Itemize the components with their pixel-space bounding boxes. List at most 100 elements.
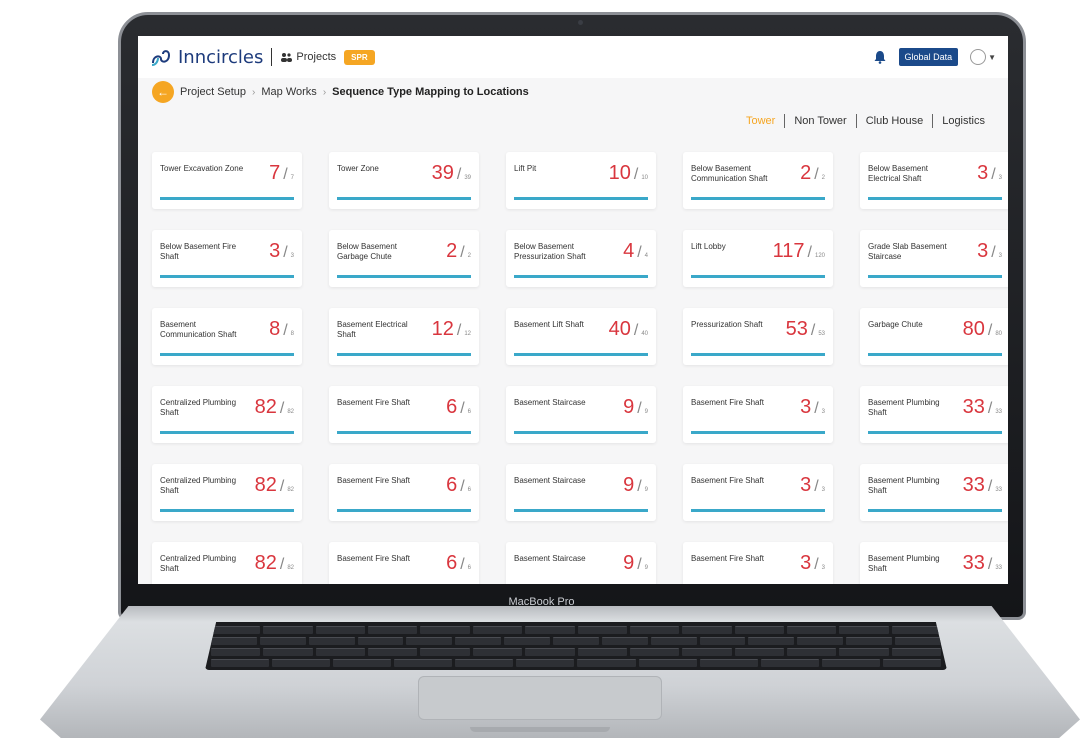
total-count: 82 (287, 487, 294, 493)
card-count: 82/82 (255, 396, 294, 419)
sequence-card[interactable]: Basement Lift Shaft 40/40 (506, 308, 656, 365)
keyboard-key (699, 659, 758, 667)
logo-text: Inncircles (178, 46, 264, 68)
card-count: 6/6 (446, 552, 471, 575)
divider (271, 48, 273, 66)
total-count: 82 (287, 409, 294, 415)
total-count: 33 (995, 565, 1002, 571)
mapped-count: 33 (962, 552, 985, 574)
card-label: Grade Slab Basement Staircase (868, 242, 947, 261)
keyboard-key (846, 637, 893, 645)
progress-bar (868, 197, 1002, 200)
sequence-card[interactable]: Tower Excavation Zone 7/7 (152, 152, 302, 209)
projects-link[interactable]: Projects (280, 51, 336, 63)
card-label: Basement Plumbing Shaft (868, 476, 940, 495)
card-count: 6/6 (446, 396, 471, 419)
sequence-card[interactable]: Basement Fire Shaft 3/3 (683, 386, 833, 443)
count-separator: / (814, 400, 819, 417)
sequence-card-grid: Tower Excavation Zone 7/7 Tower Zone 39/39 L… (152, 152, 1008, 584)
tab-tower[interactable]: Tower (737, 115, 784, 127)
sequence-card[interactable]: Basement Staircase 9/9 (506, 542, 656, 584)
sequence-card[interactable]: Garbage Chute 80/80 (860, 308, 1008, 365)
sequence-card[interactable]: Grade Slab Basement Staircase 3/3 (860, 230, 1008, 287)
progress-bar (514, 431, 648, 434)
sequence-card[interactable]: Centralized Plumbing Shaft 82/82 (152, 464, 302, 521)
sequence-card[interactable]: Basement Plumbing Shaft 33/33 (860, 386, 1008, 443)
total-count: 120 (814, 253, 825, 259)
sequence-card[interactable]: Centralized Plumbing Shaft 82/82 (152, 386, 302, 443)
count-separator: / (637, 244, 642, 261)
progress-bar (514, 197, 648, 200)
mapped-count: 9 (623, 552, 635, 574)
sequence-card[interactable]: Lift Lobby 117/120 (683, 230, 833, 287)
tab-club-house[interactable]: Club House (857, 115, 932, 127)
sequence-card[interactable]: Below Basement Pressurization Shaft 4/4 (506, 230, 656, 287)
mapped-count: 53 (785, 318, 808, 340)
sequence-card[interactable]: Lift Pit 10/10 (506, 152, 656, 209)
keyboard-key (211, 637, 257, 645)
progress-bar (514, 353, 648, 356)
sequence-card[interactable]: Basement Fire Shaft 3/3 (683, 464, 833, 521)
card-count: 53/53 (786, 318, 825, 341)
keyboard-key (259, 637, 306, 645)
sequence-card[interactable]: Pressurization Shaft 53/53 (683, 308, 833, 365)
progress-bar (160, 275, 294, 278)
count-separator: / (633, 322, 639, 339)
card-count: 7/7 (269, 162, 294, 185)
card-count: 9/9 (623, 552, 648, 575)
sequence-card[interactable]: Basement Plumbing Shaft 33/33 (860, 542, 1008, 584)
sequence-card[interactable]: Basement Fire Shaft 6/6 (329, 464, 479, 521)
logo-icon (151, 50, 171, 66)
total-count: 3 (821, 409, 825, 415)
keyboard-key (895, 637, 941, 645)
keyboard-key (333, 659, 392, 667)
sequence-card[interactable]: Basement Plumbing Shaft 33/33 (860, 464, 1008, 521)
back-arrow-icon[interactable]: ← (152, 81, 174, 103)
bell-icon[interactable] (873, 50, 887, 64)
card-label: Basement Fire Shaft (337, 554, 410, 563)
top-right-actions: Global Data ▼ (873, 48, 996, 66)
keyboard-key (263, 626, 313, 634)
keyboard-key (682, 626, 732, 634)
count-separator: / (991, 166, 996, 183)
sequence-card[interactable]: Basement Fire Shaft 6/6 (329, 542, 479, 584)
mapped-count: 33 (962, 474, 985, 496)
sequence-card[interactable]: Basement Communication Shaft 8/8 (152, 308, 302, 365)
sequence-card[interactable]: Below Basement Electrical Shaft 3/3 (860, 152, 1008, 209)
tab-logistics[interactable]: Logistics (933, 115, 994, 127)
count-separator: / (283, 244, 288, 261)
sequence-card[interactable]: Basement Fire Shaft 3/3 (683, 542, 833, 584)
project-badge[interactable]: SPR (344, 49, 375, 65)
progress-bar (514, 275, 648, 278)
sequence-card[interactable]: Basement Staircase 9/9 (506, 386, 656, 443)
tab-non-tower[interactable]: Non Tower (785, 115, 855, 127)
logo[interactable]: Inncircles (150, 47, 263, 68)
keyboard-key (821, 659, 880, 667)
sequence-card[interactable]: Below Basement Fire Shaft 3/3 (152, 230, 302, 287)
projects-label: Projects (296, 51, 337, 63)
mapped-count: 6 (446, 552, 458, 574)
keyboard-key (368, 648, 418, 656)
total-count: 3 (290, 253, 294, 259)
breadcrumb-item-map-works[interactable]: Map Works (261, 86, 316, 98)
keyboard-key (455, 637, 502, 645)
card-label: Below Basement Communication Shaft (691, 164, 768, 183)
global-data-button[interactable]: Global Data (898, 48, 959, 66)
sequence-card[interactable]: Below Basement Garbage Chute 2/2 (329, 230, 479, 287)
sequence-card[interactable]: Basement Electrical Shaft 12/12 (329, 308, 479, 365)
count-separator: / (633, 166, 639, 183)
sequence-card[interactable]: Below Basement Communication Shaft 2/2 (683, 152, 833, 209)
card-count: 3/3 (800, 474, 825, 497)
sequence-card[interactable]: Basement Staircase 9/9 (506, 464, 656, 521)
sequence-card[interactable]: Basement Fire Shaft 6/6 (329, 386, 479, 443)
count-separator: / (814, 166, 819, 183)
user-menu[interactable]: ▼ (970, 49, 996, 65)
keyboard-key (577, 648, 627, 656)
sequence-card[interactable]: Centralized Plumbing Shaft 82/82 (152, 542, 302, 584)
mapped-count: 82 (254, 396, 277, 418)
breadcrumb-item-project-setup[interactable]: Project Setup (180, 86, 246, 98)
progress-bar (691, 275, 825, 278)
sequence-card[interactable]: Tower Zone 39/39 (329, 152, 479, 209)
count-separator: / (637, 478, 642, 495)
mapped-count: 3 (800, 474, 812, 496)
